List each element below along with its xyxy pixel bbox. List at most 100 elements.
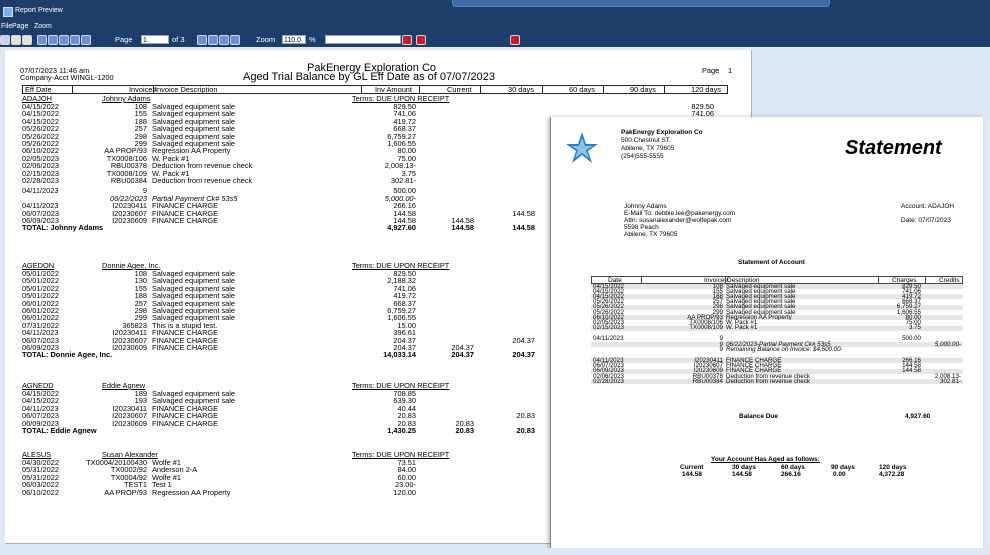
page-count-label: of 3 — [172, 35, 185, 44]
aged-col-current: Current — [680, 464, 704, 471]
company-logo — [566, 132, 598, 163]
customer-total-label: TOTAL: Johnny Adams — [22, 223, 104, 233]
statement-company-address2: Abilene, TX 79605 — [621, 145, 675, 152]
row-description: FINANCE CHARGE — [152, 216, 219, 225]
customer-total-current: 204.37 — [451, 350, 474, 360]
previous-page-icon[interactable] — [48, 35, 58, 45]
title-bar: Report Preview — [0, 0, 990, 22]
col-current: Current — [447, 85, 472, 94]
page-number-input[interactable]: 1 — [141, 35, 169, 44]
statement-company-address1: 500 Chestnut ST. — [621, 137, 671, 144]
page-view-icon[interactable] — [81, 35, 91, 45]
customer-total-amount: 14,033.14 — [383, 350, 416, 360]
row-invoice: I20230609 — [112, 418, 147, 428]
row-30-days: 144.58 — [512, 208, 535, 218]
st-row-invoice: TX0008/109 — [689, 324, 723, 332]
first-page-icon[interactable] — [37, 35, 47, 45]
menu-bar: File Page Zoom — [0, 22, 990, 33]
st-row-date: 02/28/2023 — [593, 377, 624, 385]
col-30-days: 30 days — [508, 85, 534, 94]
statement-company-name: PakEnergy Exploration Co — [621, 129, 703, 136]
statement-heading: Statement of Account — [738, 259, 805, 266]
customer-total-label: TOTAL: Eddie Agnew — [22, 426, 97, 435]
last-page-icon[interactable] — [70, 35, 80, 45]
customer-total-amount: 1,430.25 — [387, 426, 416, 435]
find-next-icon[interactable] — [416, 35, 426, 45]
row-description: Deduction from revenue check — [152, 176, 253, 185]
st-row-invoice: RBU00384 — [692, 377, 723, 385]
customer-email: E-Mail To: debbie.lee@pakenergy.com — [624, 210, 736, 217]
customer-address2: Abilene, TX 79605 — [624, 231, 678, 238]
balance-due-label: Balance Due — [739, 413, 779, 420]
st-row-credits: 302.81- — [940, 377, 961, 385]
page-label: Page — [115, 35, 133, 44]
row-eff-date: 02/28/2023 — [22, 176, 59, 185]
row-30-days: 204.37 — [512, 335, 535, 345]
zoom-input[interactable]: 110.0 — [282, 35, 306, 44]
customer-total-label: TOTAL: Donnie Agee, Inc. — [22, 350, 113, 360]
aged-val-120: 4,372.28 — [879, 471, 905, 478]
report-title: Aged Trial Balance by GL Eff Date as of … — [243, 71, 495, 83]
row-invoice: I20230609 — [112, 216, 147, 225]
customer-name: Johnny Adams — [624, 203, 667, 210]
st-row-description: W. Pack #1 — [726, 324, 758, 332]
statement-company-phone: (254)555-5555 — [621, 153, 664, 160]
st-row-invoice: 9 — [719, 345, 723, 353]
aged-col-30: 30 days — [732, 464, 756, 471]
find-icon[interactable] — [402, 35, 412, 45]
export-icon[interactable] — [11, 35, 21, 45]
aged-col-60: 60 days — [781, 464, 805, 471]
fit-page-icon[interactable] — [230, 35, 240, 45]
row-invoice: I20230609 — [112, 343, 147, 352]
row-inv-amount: 120.00 — [393, 487, 416, 497]
row-invoice: RBU00384 — [110, 176, 147, 185]
report-column-header: Eff Date Invoice# Invoice Description In… — [22, 85, 728, 94]
aged-col-120: 120 days — [879, 464, 907, 471]
st-col-credits: Credits — [939, 277, 960, 284]
col-description: Invoice Description — [155, 85, 218, 94]
st-row-description: Deduction from revenue check — [726, 377, 810, 385]
menu-page[interactable]: Page — [12, 23, 28, 30]
print-icon[interactable] — [0, 35, 10, 45]
row-30-days: 20.83 — [516, 411, 536, 421]
menu-file[interactable]: File — [1, 23, 12, 30]
statement-row: 02/28/2023 RBU00384 Deduction from revenue… — [591, 377, 963, 385]
col-eff-date: Eff Date — [25, 85, 52, 94]
st-row-charges: 3.75 — [908, 324, 921, 332]
row-description: Regression AA Property — [152, 487, 231, 497]
row-eff-date: 06/10/2022 — [22, 487, 59, 497]
col-120-days: 120 days — [691, 85, 721, 94]
zoom-in-icon[interactable] — [197, 35, 207, 45]
aged-col-90: 90 days — [831, 464, 855, 471]
report-page-number: 1 — [728, 66, 733, 75]
statement-page: PakEnergy Exploration Co 500 Chestnut ST… — [550, 117, 983, 555]
app-icon — [3, 7, 13, 17]
menu-zoom[interactable]: Zoom — [34, 23, 52, 30]
statement-date: Date: 07/07/2023 — [901, 217, 951, 224]
row-invoice: AA PROP/93 — [104, 487, 147, 497]
window-tab[interactable] — [452, 0, 830, 7]
window-title: Report Preview — [15, 7, 63, 14]
row-eff-date: 04/11/2023 — [22, 186, 59, 196]
customer-address1: 5598 Peach — [624, 224, 659, 231]
aged-heading: Your Account Has Aged as follows: — [711, 456, 820, 463]
zoom-unit: % — [309, 35, 316, 44]
customer-attn: Attn: susanalexander@wolfepak.com — [624, 217, 732, 224]
col-90-days: 90 days — [630, 85, 656, 94]
zoom-label: Zoom — [256, 35, 276, 44]
close-icon[interactable] — [510, 35, 520, 45]
col-60-days: 60 days — [569, 85, 595, 94]
next-page-icon[interactable] — [59, 35, 69, 45]
aged-val-current: 144.58 — [682, 471, 702, 478]
search-input[interactable] — [325, 35, 401, 44]
customer-total-amount: 4,927.60 — [387, 223, 416, 233]
zoom-out-icon[interactable] — [208, 35, 218, 45]
customer-total-current: 144.58 — [451, 223, 474, 233]
fit-width-icon[interactable] — [219, 35, 229, 45]
row-description: FINANCE CHARGE — [152, 418, 219, 428]
statement-title: Statement — [845, 137, 942, 159]
st-row-date: 02/15/2023 — [593, 324, 624, 332]
email-icon[interactable] — [22, 35, 32, 45]
customer-total-30-days: 20.83 — [516, 426, 536, 435]
status-strip — [0, 548, 990, 555]
